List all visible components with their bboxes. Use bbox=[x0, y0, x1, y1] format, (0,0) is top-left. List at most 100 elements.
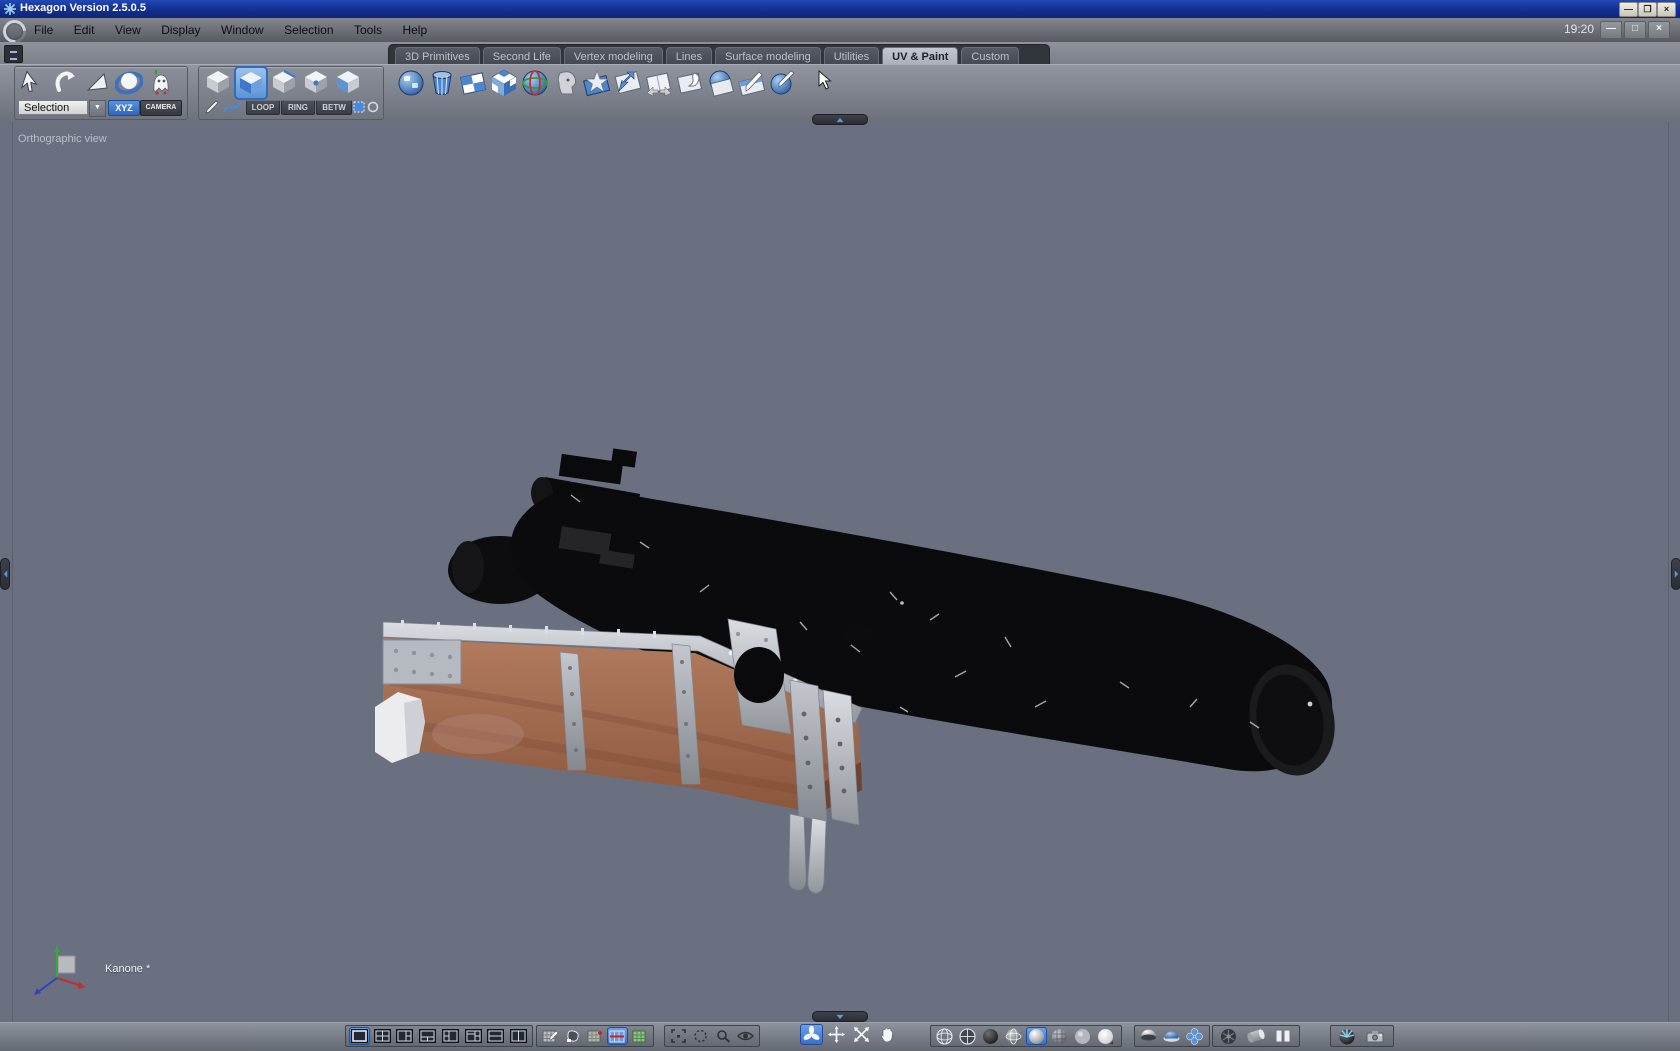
textured-icon[interactable] bbox=[1049, 1027, 1070, 1045]
move-view-icon[interactable] bbox=[825, 1024, 848, 1045]
shaded-wire-icon[interactable] bbox=[1003, 1027, 1024, 1045]
pen-mode-icon[interactable] bbox=[204, 99, 220, 115]
loop-button[interactable]: LOOP bbox=[246, 100, 280, 115]
curve-mode-icon[interactable] bbox=[222, 99, 242, 115]
camera-icon[interactable] bbox=[1362, 1027, 1388, 1045]
snap-grid-icon[interactable] bbox=[352, 100, 366, 114]
layout-single-icon[interactable] bbox=[349, 1027, 370, 1045]
soft-select-icon[interactable] bbox=[366, 100, 380, 114]
ring-button[interactable]: RING bbox=[281, 100, 315, 115]
uv-paint-sphere-icon[interactable] bbox=[768, 68, 798, 98]
smooth-shading-icon[interactable] bbox=[1026, 1027, 1047, 1045]
menu-item-view[interactable]: View bbox=[107, 18, 149, 42]
rotate-view-icon[interactable] bbox=[800, 1024, 823, 1045]
grab-view-icon[interactable] bbox=[875, 1024, 898, 1045]
uv-brush-plane-icon[interactable] bbox=[737, 68, 767, 98]
clock: 19:20 bbox=[1563, 22, 1594, 36]
layout-split-right-icon[interactable] bbox=[463, 1027, 484, 1045]
uv-sphere-icon[interactable] bbox=[396, 68, 426, 98]
rotate-select-icon[interactable] bbox=[50, 68, 80, 96]
selection-dropdown-arrow[interactable]: ▼ bbox=[89, 100, 106, 117]
menu-item-edit[interactable]: Edit bbox=[66, 18, 103, 42]
uv-unfold-plane-icon[interactable] bbox=[644, 68, 674, 98]
ghost-icon[interactable] bbox=[146, 68, 176, 96]
select-all-cube-icon[interactable] bbox=[332, 67, 364, 97]
visibility-icon[interactable] bbox=[736, 1027, 757, 1045]
flat-dark-icon[interactable] bbox=[980, 1027, 1001, 1045]
uv-box-checker-icon[interactable] bbox=[489, 68, 519, 98]
flower-icon[interactable] bbox=[1184, 1027, 1205, 1045]
paint-object-icon[interactable] bbox=[562, 1027, 582, 1045]
uv-plane-checker-icon[interactable] bbox=[458, 68, 488, 98]
grid-active-icon[interactable] bbox=[607, 1027, 628, 1045]
uvmap-edit-icon[interactable] bbox=[540, 1027, 560, 1045]
layout-two-columns-icon[interactable] bbox=[508, 1027, 529, 1045]
bright-icon[interactable] bbox=[1095, 1027, 1116, 1045]
hidden-line-icon[interactable] bbox=[957, 1027, 978, 1045]
betw-button[interactable]: BETW bbox=[316, 100, 352, 115]
menu-item-selection[interactable]: Selection bbox=[276, 18, 341, 42]
paint-grid-group bbox=[536, 1025, 654, 1047]
uv-arrow-plane-icon[interactable] bbox=[613, 68, 643, 98]
fit-view-icon[interactable] bbox=[668, 1027, 689, 1045]
top-panel-handle[interactable] bbox=[812, 114, 868, 125]
viewport-layout-group bbox=[345, 1025, 533, 1047]
title-bar[interactable]: Hexagon Version 2.5.0.5 — ❐ × bbox=[0, 0, 1680, 18]
wheel-icon[interactable] bbox=[1216, 1027, 1241, 1045]
uv-star-plane-icon[interactable] bbox=[582, 68, 612, 98]
xyz-button[interactable]: XYZ bbox=[108, 100, 140, 116]
uv-cylinder-icon[interactable] bbox=[427, 68, 457, 98]
wireframe-icon[interactable] bbox=[934, 1027, 955, 1045]
title-restore-button[interactable]: ❐ bbox=[1638, 2, 1657, 17]
uv-peel-plane-icon[interactable] bbox=[675, 68, 705, 98]
layout-quad-left-icon[interactable] bbox=[395, 1027, 416, 1045]
title-close-button[interactable]: × bbox=[1657, 2, 1676, 17]
select-object-cube-icon[interactable] bbox=[202, 67, 234, 97]
uv-head-icon[interactable] bbox=[551, 68, 581, 98]
camera-button[interactable]: CAMERA bbox=[140, 100, 182, 116]
app-window-icon bbox=[4, 3, 16, 15]
dome-icon[interactable] bbox=[1161, 1027, 1182, 1045]
zoom-view-icon[interactable] bbox=[713, 1027, 734, 1045]
menubar-close-button[interactable]: × bbox=[1648, 21, 1670, 39]
half-sphere-icon[interactable] bbox=[1138, 1027, 1159, 1045]
selection-mode-dropdown[interactable]: Selection bbox=[18, 100, 88, 115]
cone-select-icon[interactable] bbox=[82, 68, 112, 96]
menubar-maximize-button[interactable]: □ bbox=[1624, 21, 1646, 39]
shading-group bbox=[930, 1025, 1122, 1047]
grid-add-icon[interactable] bbox=[585, 1027, 605, 1045]
layout-two-rows-icon[interactable] bbox=[486, 1027, 507, 1045]
dolly-view-icon[interactable] bbox=[850, 1024, 873, 1045]
render-sphere-icon[interactable] bbox=[1334, 1027, 1360, 1045]
cylinder-icon[interactable] bbox=[1243, 1027, 1268, 1045]
layout-quad-icon[interactable] bbox=[372, 1027, 393, 1045]
layout-three-top-icon[interactable] bbox=[417, 1027, 438, 1045]
grid-view-icon[interactable] bbox=[630, 1027, 650, 1045]
menu-item-file[interactable]: File bbox=[26, 18, 61, 42]
select-face-cube-icon[interactable] bbox=[234, 66, 268, 100]
panels-icon[interactable] bbox=[1271, 1027, 1296, 1045]
select-vertex-cube-icon[interactable] bbox=[300, 67, 332, 97]
menu-item-display[interactable]: Display bbox=[153, 18, 208, 42]
uv-sphere-plane-icon[interactable] bbox=[706, 68, 736, 98]
view-utility-group bbox=[664, 1025, 760, 1047]
ring-sphere-icon[interactable] bbox=[114, 68, 144, 96]
right-panel-handle[interactable] bbox=[1671, 558, 1680, 590]
bottom-panel-handle[interactable] bbox=[812, 1011, 868, 1022]
menu-item-help[interactable]: Help bbox=[394, 18, 435, 42]
layout-split-left-icon[interactable] bbox=[440, 1027, 461, 1045]
menu-item-window[interactable]: Window bbox=[213, 18, 272, 42]
title-minimize-button[interactable]: — bbox=[1619, 2, 1638, 17]
select-arrow-icon[interactable] bbox=[18, 68, 48, 96]
subdivision-group bbox=[1134, 1025, 1210, 1047]
menu: File Edit View Display Window Selection … bbox=[26, 18, 435, 42]
select-edge-cube-icon[interactable] bbox=[268, 67, 300, 97]
menu-item-tools[interactable]: Tools bbox=[346, 18, 390, 42]
panel-collapse-handle[interactable] bbox=[4, 45, 23, 63]
left-panel-handle[interactable] bbox=[0, 558, 10, 590]
matte-icon[interactable] bbox=[1072, 1027, 1093, 1045]
pan-view-icon[interactable] bbox=[691, 1027, 712, 1045]
menubar-minimize-button[interactable]: — bbox=[1600, 21, 1622, 39]
render-group bbox=[1330, 1025, 1394, 1047]
uv-globe-projection-icon[interactable] bbox=[520, 68, 550, 98]
